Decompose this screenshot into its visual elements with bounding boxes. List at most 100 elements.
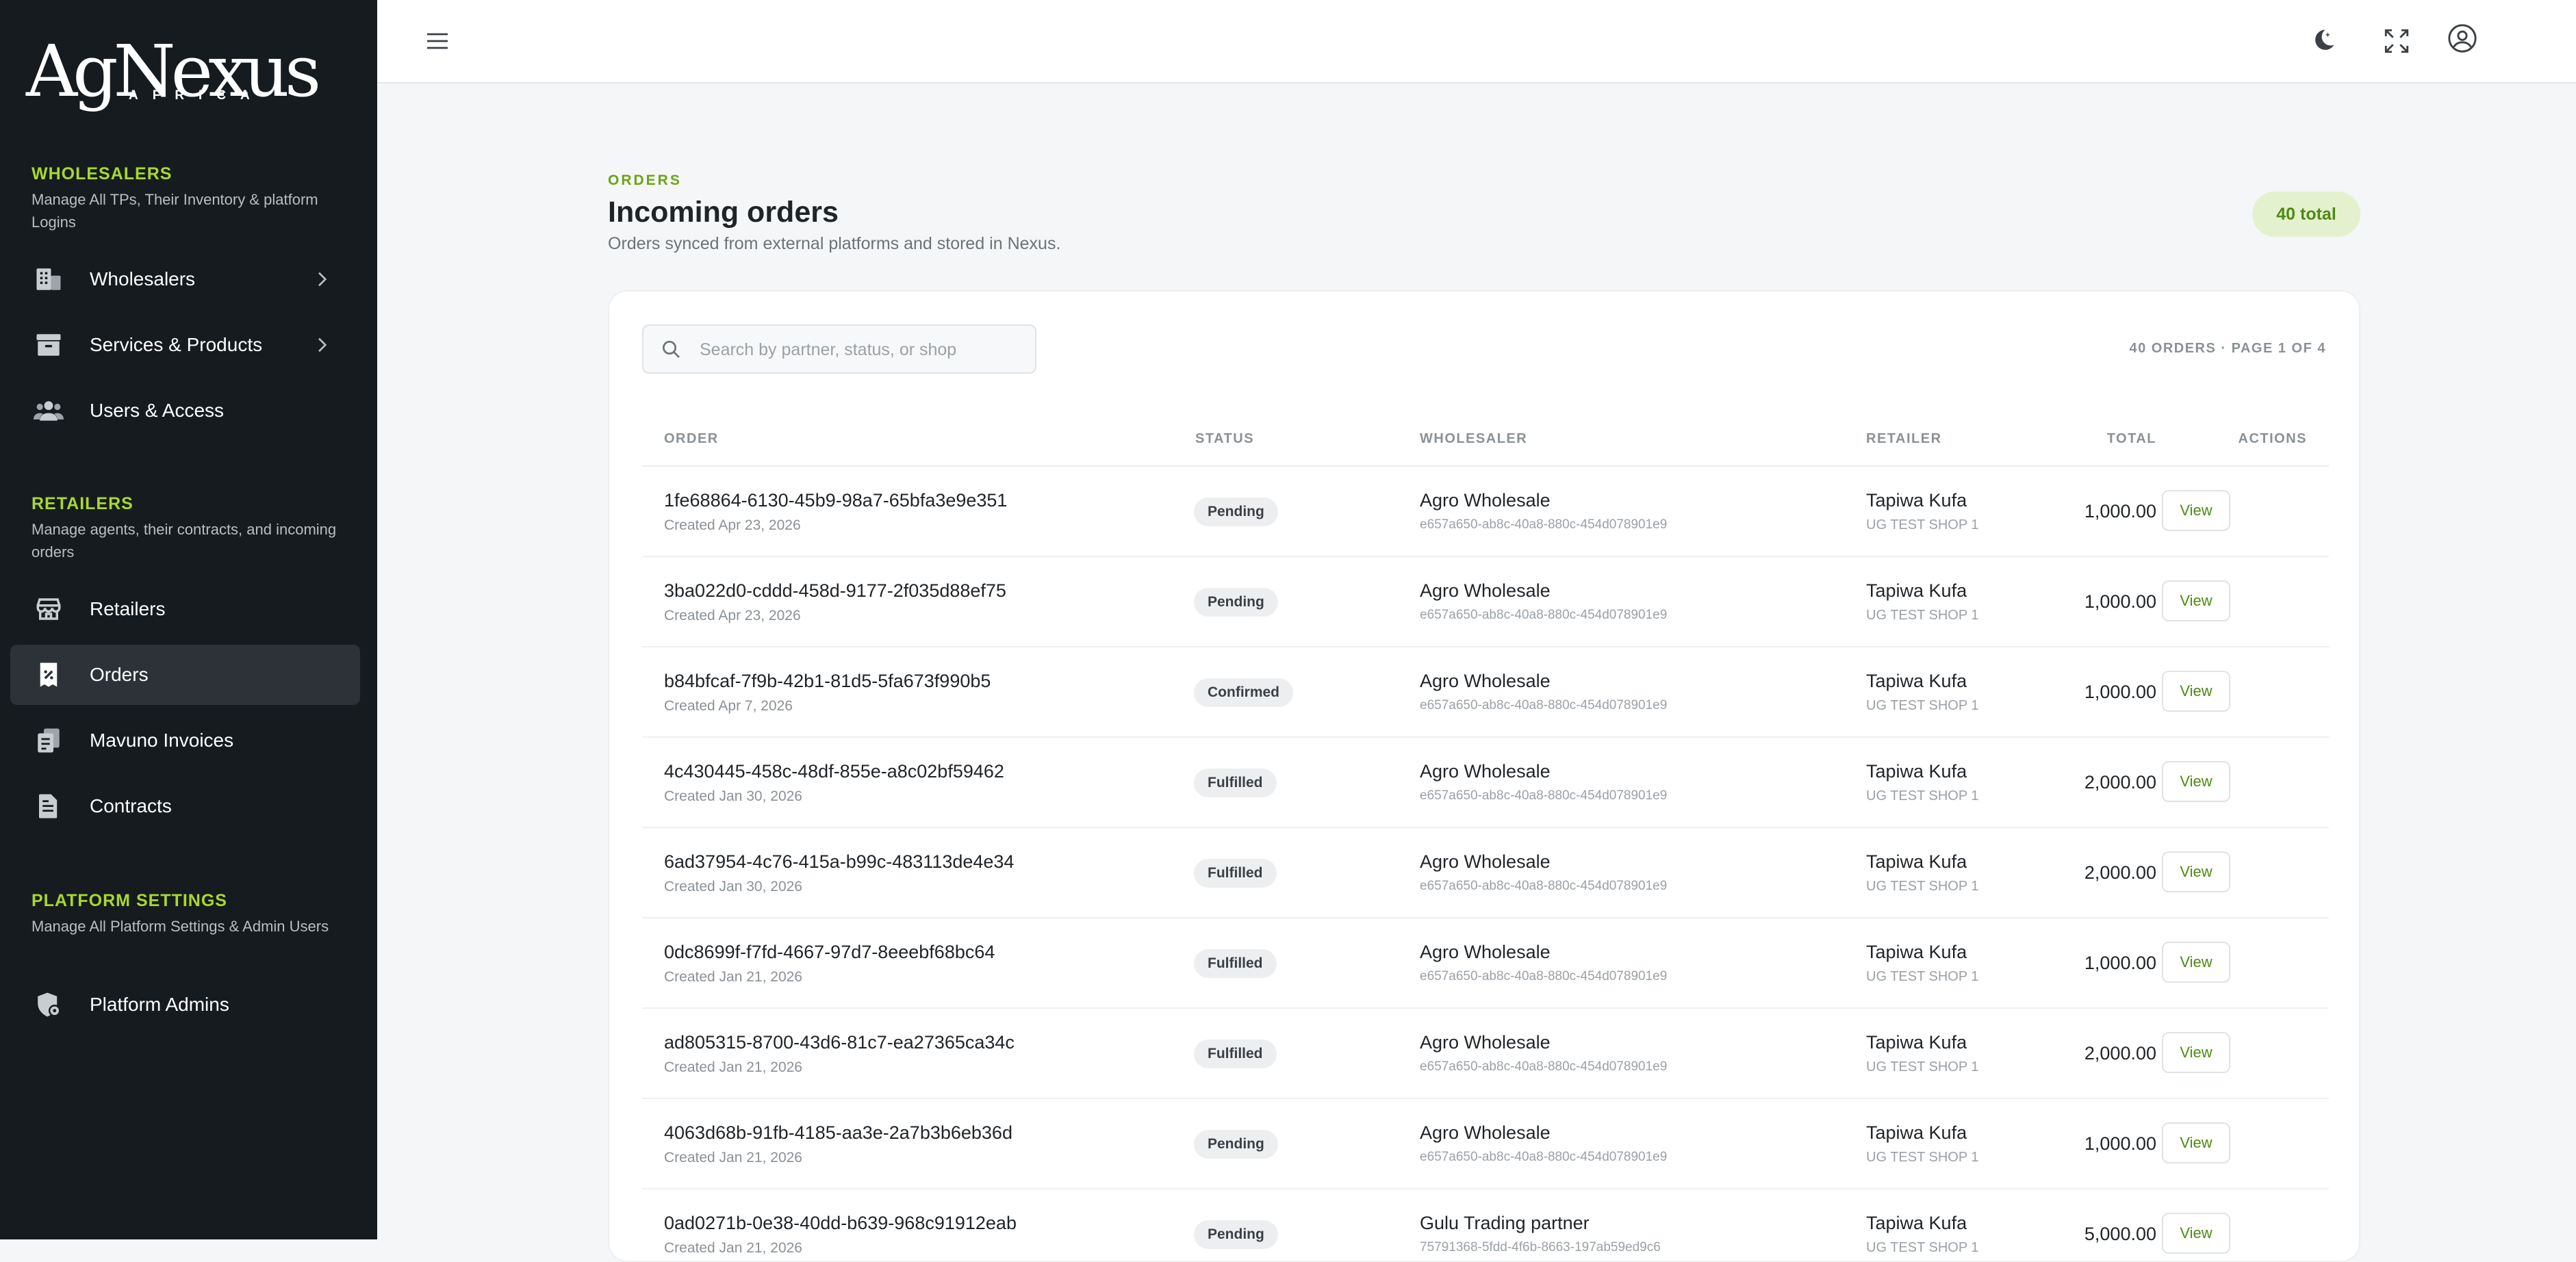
wholesaler-name: Agro Wholesale <box>1420 761 1551 782</box>
status-badge: Fulfilled <box>1194 949 1277 978</box>
retailer-name: Tapiwa Kufa <box>1866 942 1967 962</box>
order-created-date: Created Jan 30, 2026 <box>664 879 802 894</box>
order-created-date: Created Apr 23, 2026 <box>664 608 801 623</box>
hamburger-icon[interactable] <box>421 25 454 57</box>
sidebar-item-label: Wholesalers <box>90 268 196 289</box>
building-icon <box>34 264 64 294</box>
order-id[interactable]: 4063d68b-91fb-4185-aa3e-2a7b3b6eb36d <box>664 1122 1012 1144</box>
wholesaler-name: Agro Wholesale <box>1420 490 1551 511</box>
retailer-shop: UG TEST SHOP 1 <box>1866 608 1979 623</box>
section-title: RETAILERS <box>31 494 133 513</box>
status-badge: Confirmed <box>1194 678 1293 707</box>
sidebar-item-retailers[interactable]: Retailers <box>10 579 360 639</box>
retailer-shop: UG TEST SHOP 1 <box>1866 788 1979 803</box>
order-total: 1,000.00 <box>2084 953 2156 973</box>
table-row[interactable]: 4c430445-458c-48df-855e-a8c02bf59462 Crea… <box>642 738 2329 828</box>
sidebar-item-orders[interactable]: Orders <box>10 645 360 705</box>
status-badge: Pending <box>1194 588 1278 617</box>
view-order-button[interactable]: View <box>2162 1213 2230 1254</box>
wholesaler-name: Agro Wholesale <box>1420 1032 1551 1053</box>
search-input[interactable] <box>698 326 1023 374</box>
table-header: ORDER STATUS WHOLESALER RETAILER TOTAL A… <box>642 412 2329 467</box>
sidebar-item-contracts[interactable]: Contracts <box>10 776 360 836</box>
order-id[interactable]: 1fe68864-6130-45b9-98a7-65bfa3e9e351 <box>664 490 1007 511</box>
retailer-name: Tapiwa Kufa <box>1866 1032 1967 1053</box>
wholesaler-id: e657a650-ab8c-40a8-880c-454d078901e9 <box>1420 1059 1668 1074</box>
moon-icon[interactable] <box>2306 25 2339 57</box>
retailer-shop: UG TEST SHOP 1 <box>1866 698 1979 713</box>
chevron-right-icon <box>311 268 333 290</box>
table-row[interactable]: 0ad0271b-0e38-40dd-b639-968c91912eab Crea… <box>642 1189 2329 1261</box>
topbar <box>377 0 2576 83</box>
column-header-wholesaler: WHOLESALER <box>1420 431 1528 446</box>
order-id[interactable]: 0dc8699f-f7fd-4667-97d7-8eeebf68bc64 <box>664 942 995 963</box>
order-id[interactable]: 4c430445-458c-48df-855e-a8c02bf59462 <box>664 761 1004 782</box>
sidebar-item-platform-admins[interactable]: Platform Admins <box>10 975 360 1035</box>
section-title: PLATFORM SETTINGS <box>31 891 227 910</box>
view-order-button[interactable]: View <box>2162 1122 2230 1163</box>
retailer-name: Tapiwa Kufa <box>1866 1213 1967 1233</box>
order-total: 1,000.00 <box>2084 682 2156 702</box>
retailer-name: Tapiwa Kufa <box>1866 671 1967 691</box>
view-order-button[interactable]: View <box>2162 1032 2230 1073</box>
expand-icon[interactable] <box>2380 25 2413 57</box>
wholesaler-id: e657a650-ab8c-40a8-880c-454d078901e9 <box>1420 1150 1668 1164</box>
sidebar-item-label: Services & Products <box>90 334 263 355</box>
table-row[interactable]: 4063d68b-91fb-4185-aa3e-2a7b3b6eb36d Crea… <box>642 1099 2329 1189</box>
wholesaler-name: Agro Wholesale <box>1420 942 1551 962</box>
order-id[interactable]: ad805315-8700-43d6-81c7-ea27365ca34c <box>664 1032 1015 1053</box>
sidebar: AgNexus AFRICA WHOLESALERS Manage All TP… <box>0 0 377 1239</box>
view-order-button[interactable]: View <box>2162 942 2230 983</box>
table-row[interactable]: 6ad37954-4c76-415a-b99c-483113de4e34 Crea… <box>642 828 2329 918</box>
retailer-name: Tapiwa Kufa <box>1866 580 1967 601</box>
wholesaler-id: 75791368-5fdd-4f6b-8663-197ab59ed9c6 <box>1420 1240 1661 1254</box>
search-box[interactable] <box>642 324 1036 374</box>
section-wholesalers: WHOLESALERS Manage All TPs, Their Invent… <box>31 164 346 233</box>
order-created-date: Created Jan 21, 2026 <box>664 1150 802 1166</box>
retailer-shop: UG TEST SHOP 1 <box>1866 1059 1979 1074</box>
view-order-button[interactable]: View <box>2162 761 2230 802</box>
order-id[interactable]: 6ad37954-4c76-415a-b99c-483113de4e34 <box>664 851 1014 873</box>
page-eyebrow: ORDERS <box>608 172 682 188</box>
column-header-actions: ACTIONS <box>2238 431 2307 446</box>
user-circle-icon[interactable] <box>2446 22 2479 55</box>
status-badge: Fulfilled <box>1194 769 1277 797</box>
retailer-shop: UG TEST SHOP 1 <box>1866 517 1979 532</box>
chevron-right-icon <box>311 334 333 356</box>
order-created-date: Created Jan 30, 2026 <box>664 788 802 804</box>
order-created-date: Created Jan 21, 2026 <box>664 1240 802 1256</box>
view-order-button[interactable]: View <box>2162 490 2230 531</box>
view-order-button[interactable]: View <box>2162 671 2230 712</box>
table-row[interactable]: ad805315-8700-43d6-81c7-ea27365ca34c Crea… <box>642 1009 2329 1099</box>
invoice-stack-icon <box>34 725 64 756</box>
order-id[interactable]: 3ba022d0-cddd-458d-9177-2f035d88ef75 <box>664 580 1006 602</box>
sidebar-item-services-products[interactable]: Services & Products <box>10 315 360 375</box>
retailer-name: Tapiwa Kufa <box>1866 1122 1967 1143</box>
shield-gear-icon <box>34 990 64 1020</box>
wholesaler-id: e657a650-ab8c-40a8-880c-454d078901e9 <box>1420 969 1668 983</box>
order-id[interactable]: b84bfcaf-7f9b-42b1-81d5-5fa673f990b5 <box>664 671 991 692</box>
document-icon <box>34 791 64 821</box>
table-row[interactable]: 1fe68864-6130-45b9-98a7-65bfa3e9e351 Crea… <box>642 467 2329 557</box>
view-order-button[interactable]: View <box>2162 851 2230 892</box>
total-badge: 40 total <box>2252 192 2360 237</box>
brand-logo[interactable]: AgNexus AFRICA <box>26 36 321 118</box>
table-row[interactable]: 0dc8699f-f7fd-4667-97d7-8eeebf68bc64 Crea… <box>642 918 2329 1009</box>
sidebar-item-mavuno-invoices[interactable]: Mavuno Invoices <box>10 710 360 771</box>
order-id[interactable]: 0ad0271b-0e38-40dd-b639-968c91912eab <box>664 1213 1017 1234</box>
sidebar-item-label: Platform Admins <box>90 994 229 1015</box>
column-header-total: TOTAL <box>2106 431 2156 446</box>
section-title: WHOLESALERS <box>31 164 173 183</box>
sidebar-item-label: Mavuno Invoices <box>90 730 234 751</box>
section-desc: Manage All Platform Settings & Admin Use… <box>31 918 329 935</box>
table-row[interactable]: 3ba022d0-cddd-458d-9177-2f035d88ef75 Crea… <box>642 557 2329 647</box>
section-desc: Manage All TPs, Their Inventory & platfo… <box>31 191 318 231</box>
sidebar-item-users-access[interactable]: Users & Access <box>10 381 360 441</box>
sidebar-item-wholesalers[interactable]: Wholesalers <box>10 249 360 309</box>
section-retailers: RETAILERS Manage agents, their contracts… <box>31 494 346 563</box>
view-order-button[interactable]: View <box>2162 580 2230 621</box>
order-total: 1,000.00 <box>2084 1133 2156 1154</box>
sidebar-item-label: Retailers <box>90 598 166 619</box>
wholesaler-name: Agro Wholesale <box>1420 580 1551 601</box>
table-row[interactable]: b84bfcaf-7f9b-42b1-81d5-5fa673f990b5 Crea… <box>642 647 2329 738</box>
